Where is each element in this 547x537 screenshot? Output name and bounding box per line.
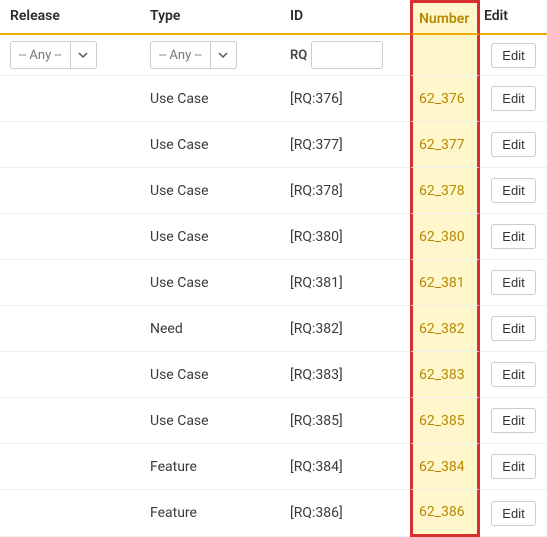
col-header-edit: Edit — [480, 0, 547, 35]
cell-type: Use Case — [140, 122, 280, 168]
cell-number: 62_381 — [410, 260, 480, 306]
cell-type: Use Case — [140, 168, 280, 214]
cell-edit: Edit — [480, 306, 547, 352]
cell-type: Use Case — [140, 352, 280, 398]
cell-number: 62_383 — [410, 352, 480, 398]
cell-edit: Edit — [480, 398, 547, 444]
edit-button[interactable]: Edit — [491, 178, 535, 203]
cell-type: Use Case — [140, 76, 280, 122]
cell-number: 62_376 — [410, 76, 480, 122]
edit-button[interactable]: Edit — [491, 316, 535, 341]
cell-type: Feature — [140, 490, 280, 537]
requirements-table: Release Type ID Number Edit -- Any -- --… — [0, 0, 547, 537]
type-filter-value: -- Any -- — [151, 42, 210, 68]
cell-edit: Edit — [480, 214, 547, 260]
cell-release — [0, 214, 140, 260]
edit-button[interactable]: Edit — [491, 43, 535, 68]
cell-id: [RQ:382] — [280, 306, 410, 352]
cell-release — [0, 352, 140, 398]
cell-id: [RQ:384] — [280, 444, 410, 490]
cell-type: Use Case — [140, 260, 280, 306]
cell-type: Use Case — [140, 214, 280, 260]
cell-edit: Edit — [480, 444, 547, 490]
col-header-number[interactable]: Number — [410, 0, 480, 35]
cell-release — [0, 398, 140, 444]
col-header-id[interactable]: ID — [280, 0, 410, 35]
cell-number: 62_380 — [410, 214, 480, 260]
cell-release — [0, 76, 140, 122]
cell-id: [RQ:377] — [280, 122, 410, 168]
cell-number: 62_385 — [410, 398, 480, 444]
edit-button[interactable]: Edit — [491, 454, 535, 479]
cell-id: [RQ:381] — [280, 260, 410, 306]
cell-type: Use Case — [140, 398, 280, 444]
cell-number: 62_384 — [410, 444, 480, 490]
cell-number: 62_378 — [410, 168, 480, 214]
filter-type-cell: -- Any -- — [140, 35, 280, 76]
edit-button[interactable]: Edit — [491, 270, 535, 295]
edit-button[interactable]: Edit — [491, 501, 535, 526]
cell-release — [0, 444, 140, 490]
id-filter-input[interactable] — [311, 41, 383, 69]
chevron-down-icon — [210, 42, 236, 68]
edit-button[interactable]: Edit — [491, 224, 535, 249]
cell-id: [RQ:376] — [280, 76, 410, 122]
edit-button[interactable]: Edit — [491, 86, 535, 111]
cell-id: [RQ:380] — [280, 214, 410, 260]
id-prefix-label: RQ — [290, 48, 307, 63]
col-header-release[interactable]: Release — [0, 0, 140, 35]
cell-number: 62_386 — [410, 490, 480, 537]
cell-id: [RQ:378] — [280, 168, 410, 214]
release-filter-value: -- Any -- — [11, 42, 70, 68]
cell-release — [0, 260, 140, 306]
type-filter-select[interactable]: -- Any -- — [150, 41, 237, 69]
filter-release-cell: -- Any -- — [0, 35, 140, 76]
cell-edit: Edit — [480, 352, 547, 398]
filter-id-cell: RQ — [280, 35, 410, 76]
release-filter-select[interactable]: -- Any -- — [10, 41, 97, 69]
cell-type: Feature — [140, 444, 280, 490]
cell-type: Need — [140, 306, 280, 352]
cell-release — [0, 122, 140, 168]
col-header-type[interactable]: Type — [140, 0, 280, 35]
cell-release — [0, 168, 140, 214]
cell-release — [0, 306, 140, 352]
cell-number: 62_382 — [410, 306, 480, 352]
edit-button[interactable]: Edit — [491, 132, 535, 157]
cell-edit: Edit — [480, 260, 547, 306]
cell-id: [RQ:386] — [280, 490, 410, 537]
cell-edit: Edit — [480, 76, 547, 122]
cell-number: 62_377 — [410, 122, 480, 168]
cell-id: [RQ:385] — [280, 398, 410, 444]
edit-button[interactable]: Edit — [491, 362, 535, 387]
edit-button[interactable]: Edit — [491, 408, 535, 433]
chevron-down-icon — [70, 42, 96, 68]
filter-edit-cell: Edit — [480, 35, 547, 76]
cell-release — [0, 490, 140, 537]
cell-id: [RQ:383] — [280, 352, 410, 398]
filter-number-cell — [410, 35, 480, 76]
cell-edit: Edit — [480, 490, 547, 537]
cell-edit: Edit — [480, 122, 547, 168]
cell-edit: Edit — [480, 168, 547, 214]
